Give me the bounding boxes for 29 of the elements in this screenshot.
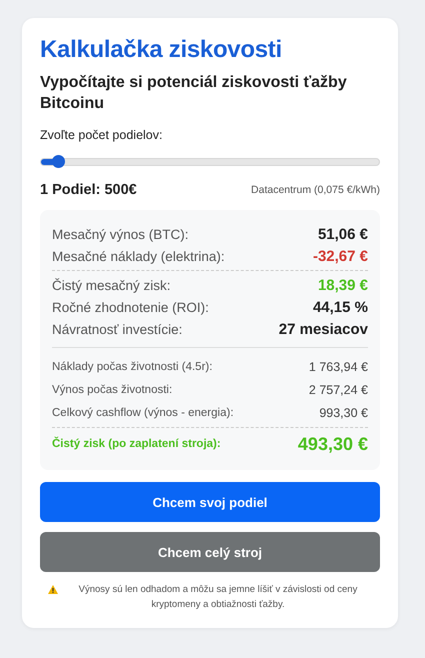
result-value: 51,06 € [318,226,368,242]
result-value: 2 757,24 € [308,382,368,396]
shares-slider[interactable] [40,158,380,166]
warning-icon [48,585,58,594]
calculator-subtitle: Vypočítajte si potenciál ziskovosti ťažby Bitcoinu [40,73,348,114]
slider-label: Zvoľte počet podielov: [40,128,162,142]
result-label: Mesačný výnos (BTC): [52,226,189,242]
share-price: 1 Podiel: 500€ [40,182,137,198]
result-value: -32,67 € [312,248,368,264]
slider-thumb[interactable] [52,155,65,168]
result-label: Výnos počas životnosti: [52,384,172,396]
result-label: Náklady počas životnosti (4.5r): [52,360,212,372]
machine-button[interactable]: Chcem celý stroj [40,532,380,572]
result-label: Mesačné náklady (elektrina): [52,248,225,264]
datacenter-rate: Datacentrum (0,075 €/kWh) [251,184,380,196]
result-value: 1 763,94 € [308,360,368,374]
result-value: 993,30 € [319,406,368,420]
result-label: Celkový cashflow (výnos - energia): [52,406,234,418]
result-label: Čistý mesačný zisk: [52,278,171,292]
result-label: Čistý zisk (po zaplatení stroja): [52,438,221,450]
result-value: 18,39 € [318,276,368,294]
disclaimer-text: Výnosy sú len odhadom a môžu sa jemne líšiť v závislosti od ceny kryptomeny a obtiažnosti ťažby. [78,583,358,612]
result-value: 44,15 % [312,298,368,316]
result-value: 493,30 € [298,434,368,454]
result-value: 27 mesiacov [278,320,368,338]
share-button[interactable]: Chcem svoj podiel [40,482,380,522]
result-label: Návratnosť investície: [52,322,182,336]
calculator-title: Kalkulačka ziskovosti [40,36,283,64]
result-label: Ročné zhodnotenie (ROI): [52,300,209,314]
